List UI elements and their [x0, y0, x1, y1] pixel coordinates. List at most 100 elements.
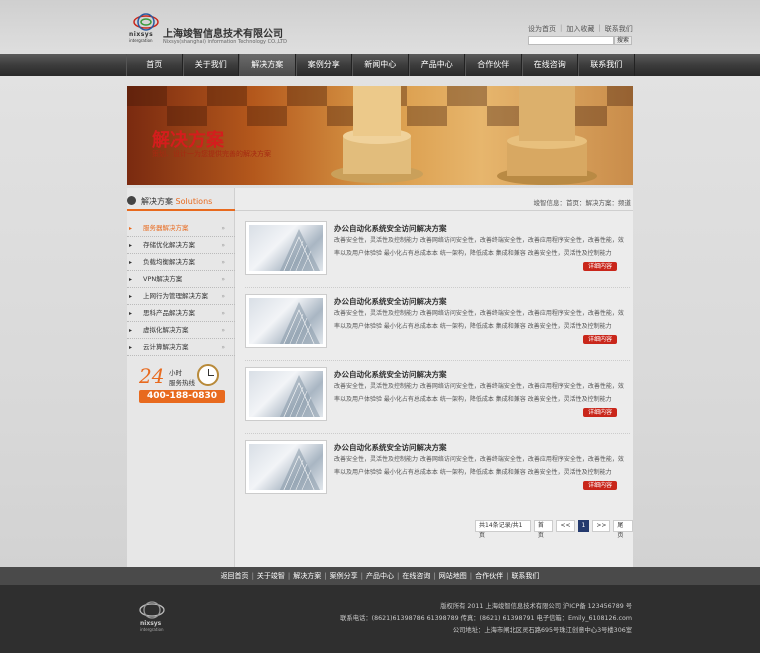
article-thumbnail[interactable]: [245, 440, 327, 494]
sidebar-item-virtualization[interactable]: ▸ 虚拟化解决方案 »: [127, 322, 235, 339]
detail-button[interactable]: 详细内容: [583, 481, 617, 490]
building-image: [249, 225, 323, 271]
footer-info: 版权所有 2011 上海竣智信息技术有限公司 沪ICP备 123456789 号…: [340, 601, 632, 637]
pagination-summary: 共14条记录/共1页: [475, 520, 531, 539]
hotline-banner: 24 小时 服务热线 400-188-0830: [139, 364, 225, 408]
sidebar-item-label: 负载均衡解决方案: [143, 258, 195, 266]
site-header: nixsys intergration 上海竣智信息技术有限公司 Nixsys(…: [0, 0, 760, 54]
current-page[interactable]: 1: [577, 520, 590, 532]
last-page-button[interactable]: 尾页: [613, 520, 633, 539]
breadcrumb: 竣智信息：首页：解决方案：频道: [533, 199, 632, 207]
footer-link-about[interactable]: 关于竣智: [257, 572, 285, 580]
sidebar-title-cn: 解决方案: [141, 197, 173, 206]
article-title[interactable]: 办公自动化系统安全访问解决方案: [334, 442, 447, 453]
double-arrow-icon: »: [221, 327, 225, 334]
article-thumbnail[interactable]: [245, 294, 327, 348]
next-page-button[interactable]: >>: [592, 520, 611, 532]
company-logo[interactable]: nixsys intergration: [128, 12, 164, 44]
footer-link-partners[interactable]: 合作伙伴: [475, 572, 503, 580]
divider: |: [469, 572, 473, 580]
nav-item-products[interactable]: 产品中心: [408, 54, 465, 76]
nav-item-home[interactable]: 首页: [126, 54, 183, 76]
building-image: [249, 298, 323, 344]
divider: |: [360, 572, 363, 580]
sidebar-item-vpn[interactable]: ▸ VPN解决方案 »: [127, 271, 235, 288]
triangle-bullet-icon: ▸: [129, 344, 133, 351]
footer-link-products[interactable]: 产品中心: [366, 572, 394, 580]
detail-button[interactable]: 详细内容: [583, 408, 617, 417]
double-arrow-icon: »: [221, 310, 225, 317]
sidebar-item-cloud[interactable]: ▸ 云计算解决方案 »: [127, 339, 235, 356]
triangle-bullet-icon: ▸: [129, 276, 133, 283]
address-text: 公司地址：上海市闸北区灵石路695号珠江创意中心3号楼306室: [452, 627, 632, 634]
article-summary: 改善安全性，灵活性及控制能力 改善网络访问安全性，改善终端安全性，改善应用程序安…: [334, 383, 624, 403]
article-title[interactable]: 办公自动化系统安全访问解决方案: [334, 369, 447, 380]
footer-link-home[interactable]: 返回首页: [221, 572, 249, 580]
article-thumbnail[interactable]: [245, 221, 327, 275]
pagination: 共14条记录/共1页 首页 << 1 >> 尾页: [475, 520, 633, 539]
contact-us-link[interactable]: 联系我们: [605, 24, 633, 34]
double-arrow-icon: »: [221, 293, 225, 300]
content-area: 解决方案 Solutions ▸ 服务器解决方案 » ▸ 存储优化解决方案 » …: [127, 188, 633, 568]
logo-text: nixsys: [129, 31, 154, 38]
sidebar-item-loadbalance[interactable]: ▸ 负载均衡解决方案 »: [127, 254, 235, 271]
divider: |: [324, 572, 327, 580]
divider: |: [433, 572, 436, 580]
prev-page-button[interactable]: <<: [556, 520, 575, 532]
triangle-bullet-icon: ▸: [129, 293, 133, 300]
site-footer: nixsys intergration 版权所有 2011 上海竣智信息技术有限…: [0, 585, 760, 653]
search-input[interactable]: [528, 36, 614, 45]
divider: |: [397, 572, 400, 580]
add-favorite-link[interactable]: 加入收藏: [566, 24, 594, 34]
article-thumbnail[interactable]: [245, 367, 327, 421]
sidebar-item-label: 云计算解决方案: [143, 343, 189, 351]
nav-item-about[interactable]: 关于我们: [182, 54, 239, 76]
article-summary: 改善安全性，灵活性及控制能力 改善网络访问安全性，改善终端安全性，改善应用程序安…: [334, 456, 624, 476]
article-divider: [245, 433, 630, 434]
nav-item-news[interactable]: 新闻中心: [352, 54, 409, 76]
hotline-hours-label: 小时: [169, 369, 182, 377]
section-bullet-icon: [127, 196, 136, 205]
footer-link-contact[interactable]: 联系我们: [511, 572, 539, 580]
footer-link-sitemap[interactable]: 网站地图: [439, 572, 467, 580]
article-item: 办公自动化系统安全访问解决方案 改善安全性，灵活性及控制能力 改善网络访问安全性…: [245, 367, 630, 434]
sidebar-item-behavior[interactable]: ▸ 上网行为管理解决方案 »: [127, 288, 235, 305]
double-arrow-icon: »: [221, 225, 225, 232]
building-image: [249, 371, 323, 417]
sidebar-item-label: 存储优化解决方案: [143, 241, 195, 249]
divider: |: [506, 572, 509, 580]
first-page-button[interactable]: 首页: [533, 520, 554, 539]
main-content: 竣智信息：首页：解决方案：频道 办公自动化系统安全访问解决方案 改善安全性，灵活…: [235, 188, 633, 568]
triangle-bullet-icon: ▸: [129, 242, 133, 249]
article-divider: [245, 360, 630, 361]
footer-logo: nixsys intergration: [138, 600, 174, 636]
search-button[interactable]: 搜索: [614, 36, 632, 45]
contact-text: 联系电话：(8621)61398786 61398789 传真：(8621) 6…: [340, 615, 632, 622]
nav-item-solutions[interactable]: 解决方案: [239, 54, 296, 76]
article-title[interactable]: 办公自动化系统安全访问解决方案: [334, 223, 447, 234]
content-divider: [235, 210, 633, 211]
nav-item-partners[interactable]: 合作伙伴: [465, 54, 522, 76]
detail-button[interactable]: 详细内容: [583, 262, 617, 271]
hotline-24: 24: [139, 364, 165, 388]
footer-logo-text: nixsys: [140, 620, 162, 627]
banner-subtitle: 策划、设计一为您提供完善的解决方案: [152, 150, 271, 158]
nav-item-contact[interactable]: 联系我们: [578, 54, 635, 76]
sidebar-item-storage[interactable]: ▸ 存储优化解决方案 »: [127, 237, 235, 254]
footer-link-cases[interactable]: 案例分享: [330, 572, 358, 580]
footer-link-consult[interactable]: 在线咨询: [402, 572, 430, 580]
sidebar-item-label: 虚拟化解决方案: [143, 326, 189, 334]
footer-link-solutions[interactable]: 解决方案: [293, 572, 321, 580]
clock-icon: [197, 364, 219, 386]
sidebar-item-cisco[interactable]: ▸ 思科产品解决方案 »: [127, 305, 235, 322]
nav-item-consult[interactable]: 在线咨询: [521, 54, 578, 76]
triangle-bullet-icon: ▸: [129, 327, 133, 334]
nav-item-cases[interactable]: 案例分享: [295, 54, 352, 76]
sidebar-item-server[interactable]: ▸ 服务器解决方案 »: [127, 220, 235, 237]
detail-button[interactable]: 详细内容: [583, 335, 617, 344]
set-homepage-link[interactable]: 设为首页: [528, 24, 556, 34]
divider: |: [560, 24, 563, 32]
sidebar-divider: [127, 209, 235, 211]
triangle-bullet-icon: ▸: [129, 310, 133, 317]
article-title[interactable]: 办公自动化系统安全访问解决方案: [334, 296, 447, 307]
